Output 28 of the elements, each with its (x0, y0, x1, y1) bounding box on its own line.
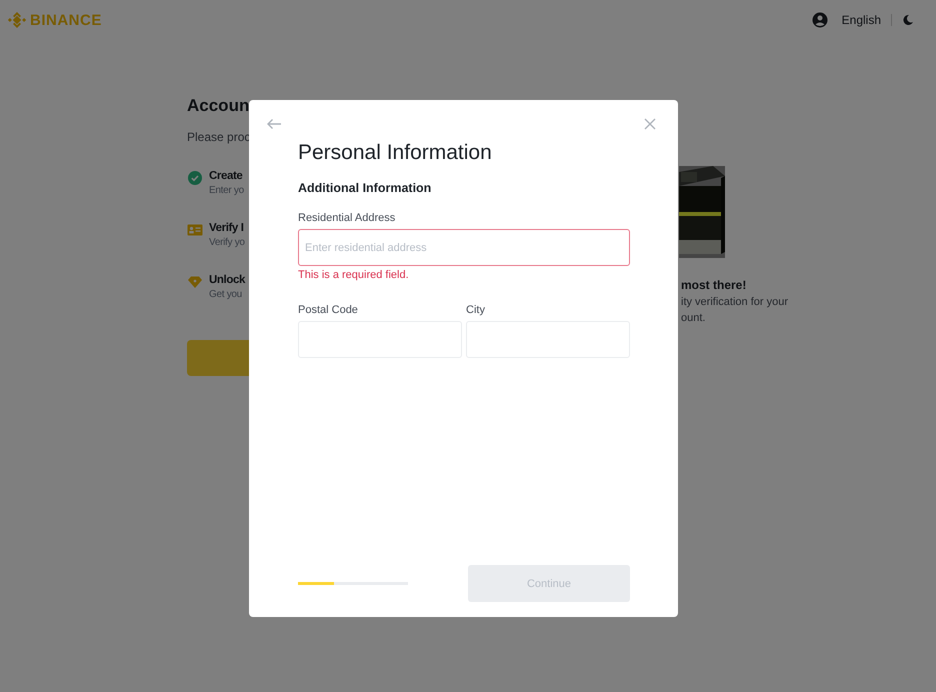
step-description: Get you (209, 289, 243, 300)
side-heading: most there! (681, 278, 748, 292)
check-icon (187, 170, 203, 186)
page-subtitle: Please proc (187, 130, 252, 144)
address-field[interactable]: Enter residential address (298, 229, 630, 266)
field-label: Postal Code (298, 304, 359, 316)
close-icon[interactable] (644, 118, 656, 130)
language-link[interactable]: English (842, 13, 881, 27)
account-icon[interactable] (812, 12, 828, 28)
section-heading: Additional Information (298, 181, 432, 195)
step-title: Verify I (209, 222, 245, 234)
diamond-icon (187, 274, 203, 290)
field-label: Residential Address (298, 212, 396, 224)
step-title: Create (209, 170, 244, 182)
logo-text[interactable]: BINANCE (30, 12, 102, 28)
step-title: Unlock (209, 274, 245, 286)
dialog-title: Personal Information (298, 141, 493, 165)
page-title: Accoun (187, 96, 250, 117)
error-message: This is a required field. (298, 269, 410, 281)
back-arrow-icon[interactable] (266, 118, 282, 130)
logo-icon (8, 11, 26, 29)
field-label: City (466, 304, 486, 316)
step-description: Enter yo (209, 185, 244, 196)
id-card-icon (187, 222, 203, 238)
moon-icon[interactable] (902, 14, 914, 26)
step-description: Verify yo (209, 237, 245, 248)
side-text: ount. (681, 312, 706, 324)
side-text: ity verification for your (681, 296, 788, 308)
